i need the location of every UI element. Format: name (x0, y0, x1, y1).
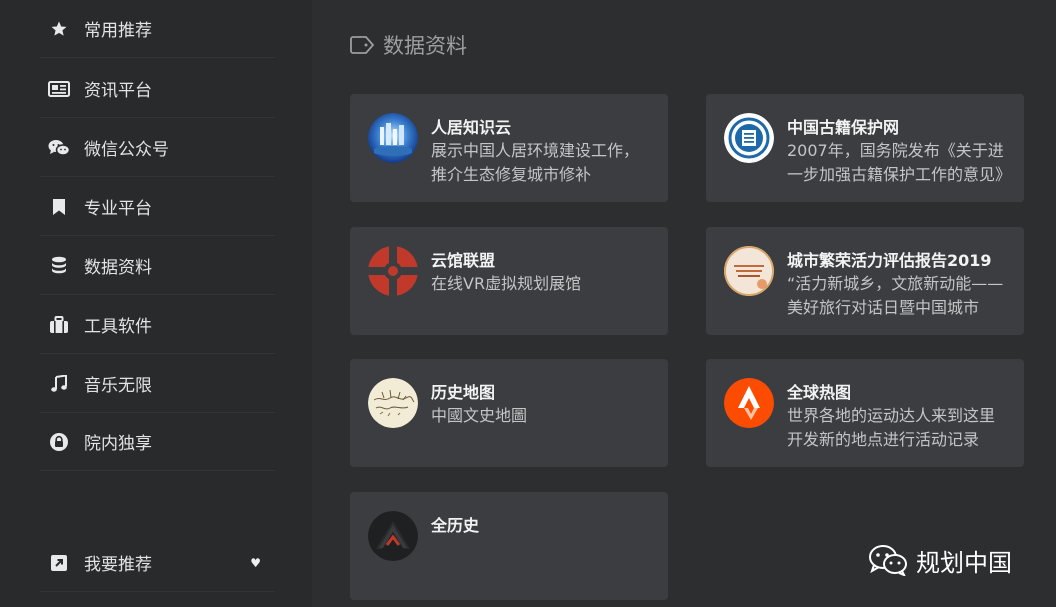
historical-map-logo (368, 378, 418, 428)
tag-icon (349, 35, 375, 55)
card-title: 人居知识云 (431, 118, 512, 137)
newspaper-icon (44, 79, 74, 99)
card-desc: “活力新城乡，文旅新动能——美好旅行对话日暨中国城市 (787, 274, 1004, 317)
card-global-heatmap[interactable]: 全球热图 世界各地的运动达人来到这里开发新的地点进行活动记录 (706, 359, 1024, 467)
sidebar-item-tools[interactable]: 工具软件 (40, 296, 275, 354)
music-icon (44, 374, 74, 394)
sidebar-item-data[interactable]: 数据资料 (40, 237, 275, 295)
card-yunguan[interactable]: 云馆联盟 在线VR虚拟规划展馆 (350, 227, 668, 335)
card-all-history[interactable]: 全历史 (350, 492, 668, 600)
sidebar-item-label: 微信公众号 (84, 140, 169, 160)
sidebar-item-wechat[interactable]: 微信公众号 (40, 119, 275, 177)
section-title-label: 数据资料 (383, 34, 467, 58)
heart-icon: ♥ (250, 555, 261, 570)
bookmark-icon (44, 197, 74, 217)
card-guji[interactable]: 中国古籍保护网 2007年，国务院发布《关于进一步加强古籍保护工作的意见》 (706, 94, 1024, 202)
sidebar-item-label: 音乐无限 (84, 376, 152, 396)
sidebar-item-common[interactable]: 常用推荐 (40, 0, 275, 58)
sidebar-item-label: 专业平台 (84, 199, 152, 219)
card-desc: 世界各地的运动达人来到这里开发新的地点进行活动记录 (787, 406, 996, 449)
card-title: 全历史 (431, 516, 480, 535)
card-renju[interactable]: 人居知识云 展示中国人居环境建设工作，推介生态修复城市修补 (350, 94, 668, 202)
lock-icon (44, 432, 74, 452)
wechat-icon (868, 544, 908, 576)
strava-logo (724, 378, 774, 428)
star-icon (44, 19, 74, 39)
card-title: 历史地图 (431, 383, 496, 402)
card-report[interactable]: 城市繁荣活力评估报告2019 “活力新城乡，文旅新动能——美好旅行对话日暨中国城… (706, 227, 1024, 335)
report-cover-logo (724, 246, 774, 296)
sidebar-item-music[interactable]: 音乐无限 (40, 355, 275, 413)
sidebar-item-internal[interactable]: 院内独享 (40, 413, 275, 471)
card-desc: 2007年，国务院发布《关于进一步加强古籍保护工作的意见》 (787, 141, 1006, 184)
sidebar-item-label: 资讯平台 (84, 81, 152, 101)
main-content: 数据资料 人居知识云 展示中国人居环境建设工作，推介生态修复城市修补 中国古籍保… (312, 0, 1056, 607)
wechat-icon (44, 138, 74, 158)
watermark: 规划中国 (868, 540, 1012, 580)
card-desc: 中國文史地圖 (431, 406, 528, 425)
card-desc: 展示中国人居环境建设工作，推介生态修复城市修补 (431, 141, 640, 184)
card-title: 城市繁荣活力评估报告2019 (787, 251, 992, 270)
sidebar: 常用推荐 资讯平台 微信公众号 专业平台 数据资料 工具软件 音乐无限 院内独享… (0, 0, 312, 607)
card-title: 全球热图 (787, 383, 852, 402)
sidebar-item-label: 工具软件 (84, 317, 152, 337)
watermark-text: 规划中国 (916, 548, 1012, 577)
sidebar-item-news[interactable]: 资讯平台 (40, 60, 275, 118)
card-title: 云馆联盟 (431, 251, 496, 270)
share-icon (44, 553, 74, 573)
globe-logo (368, 113, 418, 163)
card-desc: 在线VR虚拟规划展馆 (431, 274, 582, 293)
all-history-logo (368, 511, 418, 561)
sidebar-item-professional[interactable]: 专业平台 (40, 178, 275, 236)
sidebar-item-recommend[interactable]: 我要推荐 ♥ (40, 534, 275, 592)
sidebar-item-label: 常用推荐 (84, 21, 152, 41)
card-title: 中国古籍保护网 (787, 118, 900, 137)
briefcase-icon (44, 315, 74, 335)
ancient-books-logo (724, 113, 774, 163)
sidebar-item-label: 数据资料 (84, 258, 152, 278)
sidebar-item-label: 我要推荐 (84, 555, 152, 575)
card-historical-map[interactable]: 历史地图 中國文史地圖 (350, 359, 668, 467)
database-icon (44, 256, 74, 276)
sidebar-item-label: 院内独享 (84, 434, 152, 454)
cloud-hall-logo (368, 246, 418, 296)
section-title: 数据资料 (349, 30, 467, 60)
